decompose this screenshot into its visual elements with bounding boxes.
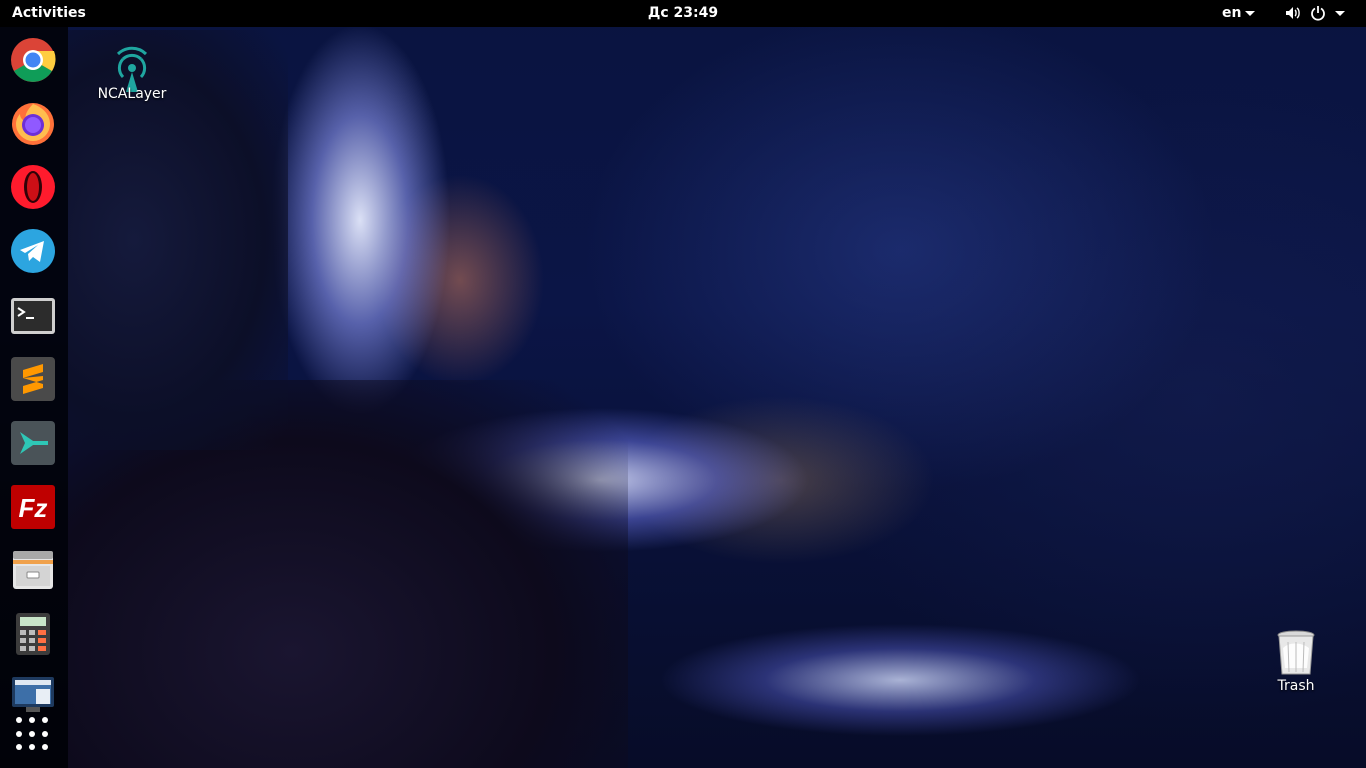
- volume-icon: [1286, 7, 1300, 19]
- svg-text:Fz: Fz: [19, 493, 48, 523]
- dock: Fz: [0, 27, 68, 768]
- filezilla-icon: Fz: [11, 485, 55, 529]
- chevron-down-icon: [1335, 10, 1345, 16]
- ncalayer-label: NCALayer: [97, 86, 167, 102]
- screen-icon: [12, 677, 54, 712]
- dock-app-filezilla[interactable]: Fz: [10, 484, 56, 530]
- telegram-icon: [11, 229, 55, 273]
- clock-area: Дс 23:49: [0, 5, 1366, 21]
- desktop-icon-trash[interactable]: Trash: [1256, 630, 1336, 694]
- language-label: en: [1222, 5, 1242, 21]
- remmina-icon: [11, 421, 55, 465]
- clock-button[interactable]: Дс 23:49: [648, 5, 718, 21]
- dock-app-remote-desktop[interactable]: [10, 420, 56, 466]
- dock-app-chrome[interactable]: [10, 37, 56, 83]
- dock-app-files[interactable]: [10, 547, 56, 593]
- trash-icon: [1277, 630, 1315, 675]
- chevron-down-icon: [1245, 10, 1256, 16]
- chrome-icon: [11, 38, 56, 82]
- dock-app-opera[interactable]: [10, 164, 56, 210]
- dock-app-telegram[interactable]: [10, 228, 56, 274]
- desktop-icon-ncalayer[interactable]: NCALayer: [92, 44, 172, 102]
- power-icon: [1311, 6, 1325, 21]
- dock-app-firefox[interactable]: [10, 100, 56, 146]
- calculator-icon: [16, 613, 50, 655]
- sublime-text-icon: [11, 357, 55, 401]
- terminal-icon: [11, 298, 55, 334]
- dock-app-terminal[interactable]: [10, 293, 56, 339]
- show-applications-button[interactable]: [16, 717, 50, 751]
- dock-app-calculator[interactable]: [10, 611, 56, 657]
- files-icon: [13, 551, 53, 589]
- language-selector[interactable]: en: [1222, 5, 1256, 21]
- opera-icon: [11, 165, 55, 209]
- dock-app-sublime-text[interactable]: [10, 356, 56, 402]
- dock-app-system-monitor[interactable]: [10, 671, 56, 717]
- system-menu[interactable]: [1285, 5, 1345, 21]
- top-bar: Activities Дс 23:49 en: [0, 0, 1366, 27]
- trash-label: Trash: [1277, 678, 1315, 694]
- firefox-icon: [12, 103, 54, 145]
